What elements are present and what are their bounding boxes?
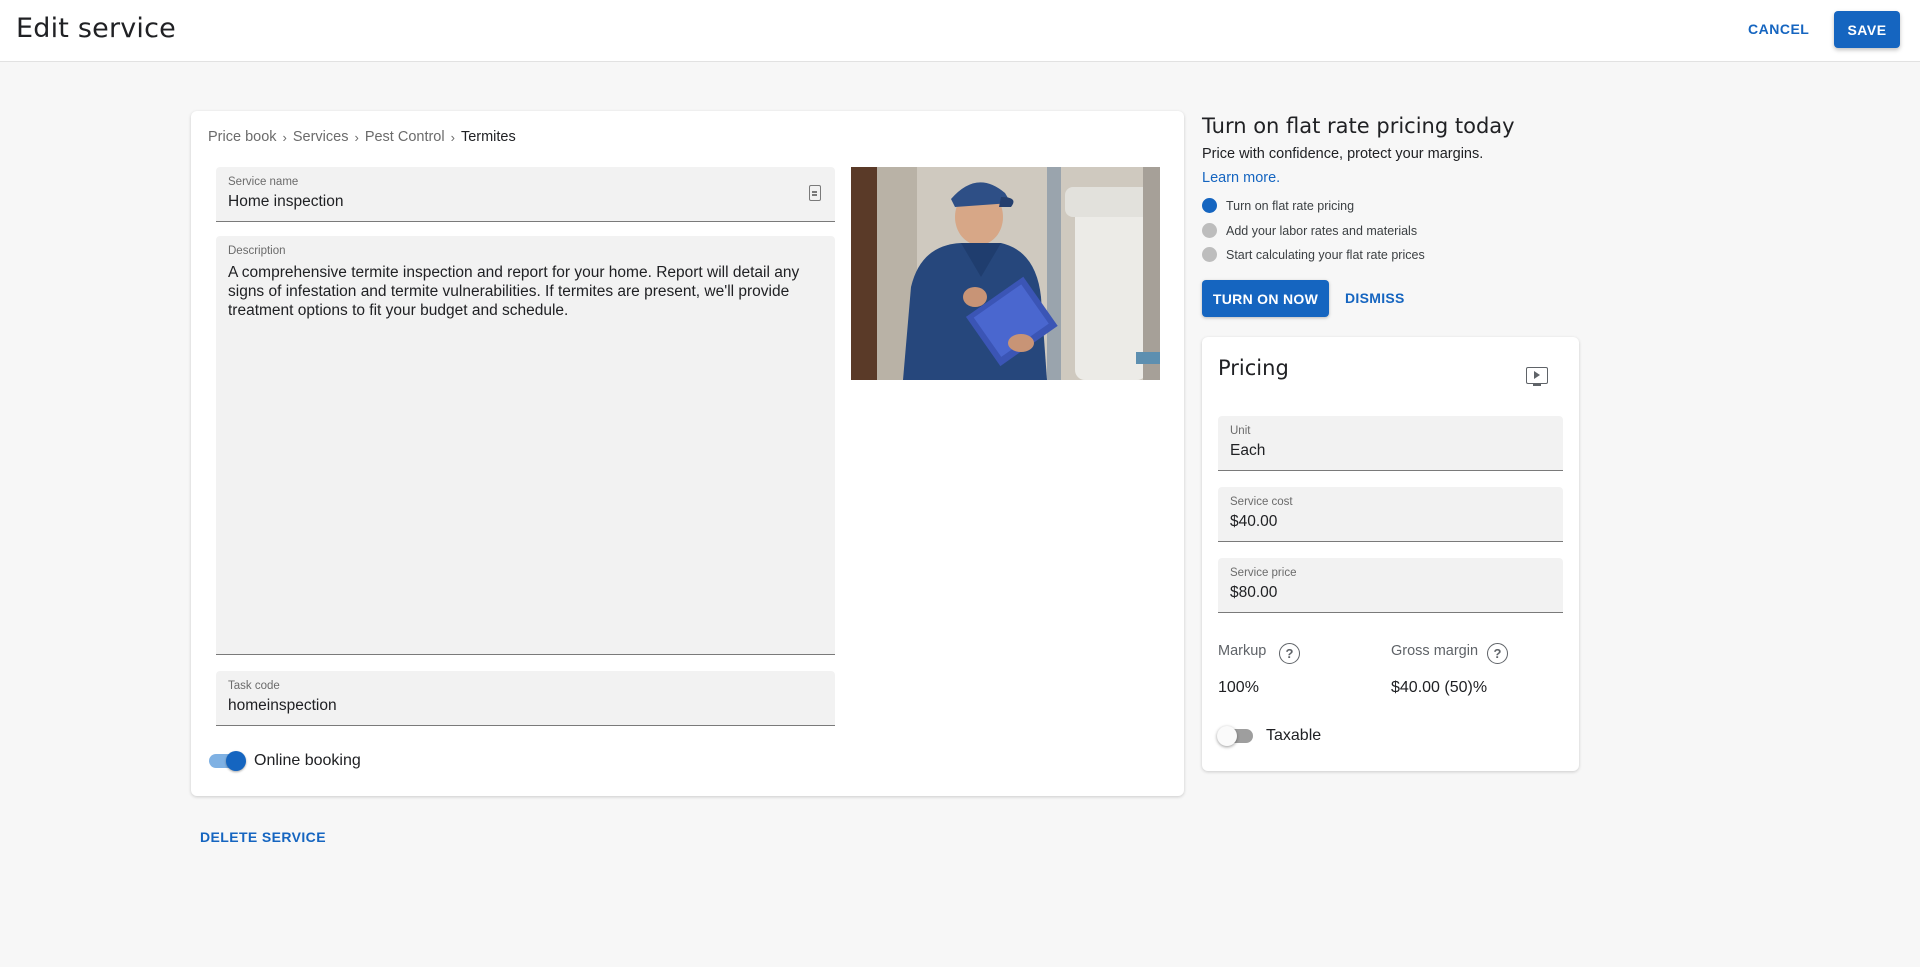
chevron-right-icon: › xyxy=(354,129,359,145)
gross-margin-label: Gross margin xyxy=(1391,643,1479,659)
service-price-value[interactable]: $80.00 xyxy=(1230,584,1277,602)
service-cost-value[interactable]: $40.00 xyxy=(1230,513,1277,531)
page-title: Edit service xyxy=(16,13,176,44)
service-name-value[interactable]: Home inspection xyxy=(228,193,343,211)
step-label: Turn on flat rate pricing xyxy=(1226,198,1355,213)
step-active-dot-icon xyxy=(1202,198,1217,213)
gross-margin-value: $40.00 (50)% xyxy=(1391,679,1488,696)
promo-step: Add your labor rates and materials xyxy=(1202,223,1417,238)
pricing-card: Pricing Unit Each Service cost $40.00 Se… xyxy=(1202,337,1579,771)
task-code-value[interactable]: homeinspection xyxy=(228,697,337,715)
video-icon[interactable] xyxy=(1526,367,1548,386)
save-button[interactable]: SAVE xyxy=(1834,11,1900,48)
dismiss-button[interactable]: DISMISS xyxy=(1345,290,1405,306)
markup-help-icon[interactable]: ? xyxy=(1279,643,1300,664)
service-card: Price book › Services › Pest Control › T… xyxy=(191,111,1184,796)
promo-subtitle: Price with confidence, protect your marg… xyxy=(1202,146,1484,162)
turn-on-now-button[interactable]: TURN ON NOW xyxy=(1202,280,1329,317)
chevron-right-icon: › xyxy=(450,129,455,145)
service-cost-label: Service cost xyxy=(1230,496,1293,508)
cancel-button[interactable]: CANCEL xyxy=(1748,21,1809,37)
step-label: Add your labor rates and materials xyxy=(1226,223,1418,238)
taxable-label: Taxable xyxy=(1266,727,1322,744)
promo-title: Turn on flat rate pricing today xyxy=(1202,114,1515,138)
breadcrumb-services[interactable]: Services xyxy=(293,129,349,145)
unit-label: Unit xyxy=(1230,425,1251,437)
service-name-label: Service name xyxy=(228,176,299,188)
breadcrumb-price-book[interactable]: Price book xyxy=(208,129,277,145)
unit-value[interactable]: Each xyxy=(1230,442,1265,460)
promo-step: Turn on flat rate pricing xyxy=(1202,198,1354,213)
service-price-field[interactable]: Service price $80.00 xyxy=(1218,558,1563,613)
markup-label: Markup xyxy=(1218,643,1267,659)
markup-value: 100% xyxy=(1218,679,1259,696)
pricing-title: Pricing xyxy=(1218,356,1289,380)
toggle-thumb xyxy=(226,751,246,771)
unit-field[interactable]: Unit Each xyxy=(1218,416,1563,471)
step-label: Start calculating your flat rate prices xyxy=(1226,247,1425,262)
learn-more-link[interactable]: Learn more. xyxy=(1202,170,1280,186)
gross-margin-help-icon[interactable]: ? xyxy=(1487,643,1508,664)
promo-step: Start calculating your flat rate prices xyxy=(1202,247,1425,262)
document-icon[interactable] xyxy=(809,185,821,201)
breadcrumb-pest-control[interactable]: Pest Control xyxy=(365,129,445,145)
breadcrumb-termites: Termites xyxy=(460,129,516,145)
delete-service-button[interactable]: DELETE SERVICE xyxy=(200,829,326,845)
task-code-field[interactable]: Task code homeinspection xyxy=(216,671,835,726)
technician-photo xyxy=(851,167,1160,380)
description-field[interactable]: Description A comprehensive termite insp… xyxy=(216,236,835,655)
step-dot-icon xyxy=(1202,247,1217,262)
service-price-label: Service price xyxy=(1230,567,1297,579)
task-code-label: Task code xyxy=(228,680,280,692)
top-bar: Edit service CANCEL SAVE xyxy=(0,0,1920,62)
service-cost-field[interactable]: Service cost $40.00 xyxy=(1218,487,1563,542)
online-booking-toggle[interactable] xyxy=(209,751,247,771)
step-dot-icon xyxy=(1202,223,1217,238)
service-name-field[interactable]: Service name Home inspection xyxy=(216,167,835,222)
description-value[interactable]: A comprehensive termite inspection and r… xyxy=(228,263,823,320)
toggle-thumb xyxy=(1217,726,1237,746)
taxable-toggle[interactable] xyxy=(1217,726,1255,746)
online-booking-label: Online booking xyxy=(254,752,361,769)
breadcrumb: Price book › Services › Pest Control › T… xyxy=(208,129,516,145)
service-image[interactable] xyxy=(851,167,1160,380)
description-label: Description xyxy=(228,245,286,257)
chevron-right-icon: › xyxy=(282,129,287,145)
